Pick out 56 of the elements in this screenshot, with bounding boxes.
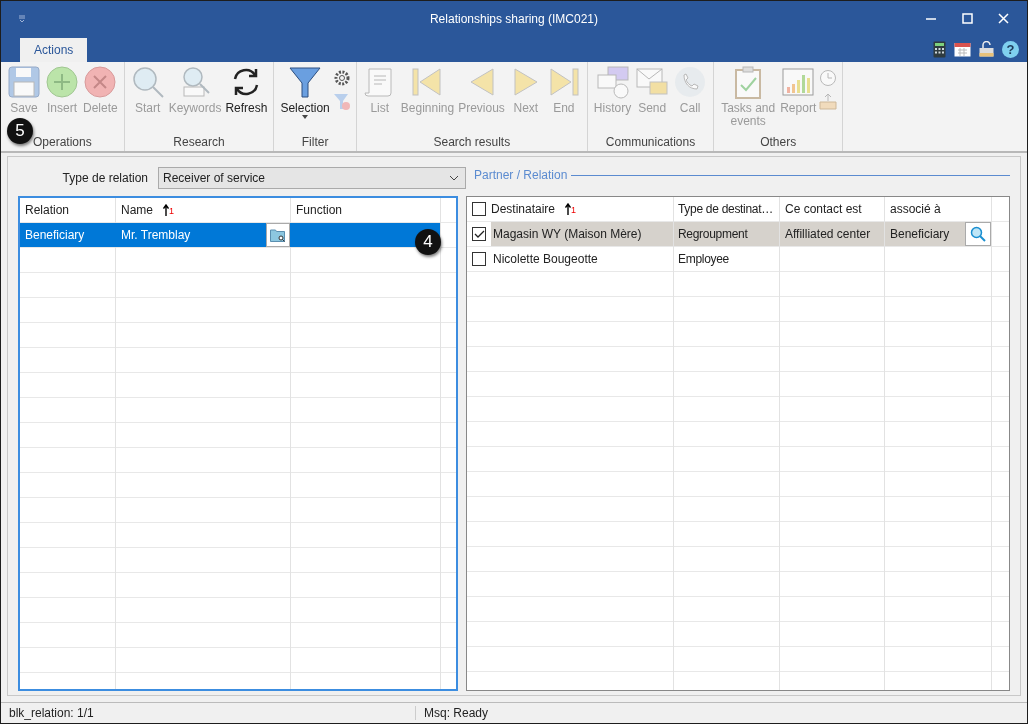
group-label: Others	[760, 135, 797, 151]
group-label: Research	[173, 135, 225, 151]
minimize-icon	[926, 17, 936, 20]
search-button[interactable]	[965, 222, 991, 246]
checkbox[interactable]	[472, 252, 486, 266]
column-header[interactable]: Relation	[25, 203, 70, 217]
funnel-icon	[288, 65, 323, 99]
table-cell: Magasin WY (Maison Mère)	[491, 222, 673, 246]
column-header[interactable]: Function	[296, 203, 343, 217]
chat-bubbles-icon	[595, 65, 630, 99]
column-header[interactable]: Type de destinat…	[678, 202, 773, 216]
group-label: Search results	[433, 135, 511, 151]
column-header[interactable]: Destinataire	[491, 202, 556, 216]
table-cell-text: Nicolette Bougeotte	[492, 251, 599, 268]
column-header[interactable]: Ce contact est	[785, 202, 862, 216]
relation-type-dropdown[interactable]: Receiver of service	[158, 167, 466, 189]
checkbox[interactable]	[472, 202, 486, 216]
group-label: Operations	[33, 135, 92, 151]
status-text: Msq: Ready	[423, 706, 489, 720]
ribbon-button[interactable]: Refresh	[223, 65, 270, 115]
chevron-down-icon	[449, 175, 459, 181]
sort-indicator: 1	[163, 204, 175, 216]
column-header[interactable]: associé à	[890, 202, 941, 216]
checkbox[interactable]	[472, 227, 486, 241]
table-cell-text: Employee	[677, 251, 730, 268]
table-cell: Affilliated center	[780, 222, 884, 246]
menu-icon[interactable]	[18, 14, 26, 23]
x-circle-icon	[83, 65, 118, 99]
field-label: Type de relation	[61, 171, 149, 185]
group-label: Communications	[605, 135, 696, 151]
section-title: Partner / Relation	[474, 168, 568, 182]
caret-icon	[302, 115, 309, 119]
magnifier-icon	[130, 65, 165, 99]
plus-circle-icon	[45, 65, 79, 99]
table-cell: Regroupment	[674, 222, 779, 246]
status-text: blk_relation: 1/1	[1, 706, 416, 720]
table-cell: Beneficiary	[25, 228, 85, 242]
ribbon-tab[interactable]: Actions	[20, 38, 88, 62]
folder-search-button[interactable]	[266, 223, 290, 247]
help-icon[interactable]: ?	[1002, 40, 1019, 58]
table-cell: Beneficiary	[885, 222, 965, 246]
lock-icon[interactable]	[979, 41, 994, 57]
table-cell: Mr. Tremblay	[121, 228, 191, 242]
calculator-icon[interactable]	[933, 40, 946, 58]
sort-indicator: 1	[565, 203, 577, 215]
close-icon	[997, 13, 1009, 24]
column-header[interactable]: Name	[121, 203, 153, 217]
group-label: Filter	[301, 135, 329, 151]
calendar-icon[interactable]	[954, 41, 971, 57]
window-title: Relationships sharing (IMC021)	[429, 11, 599, 26]
phone-icon	[673, 65, 708, 99]
bar-chart-icon	[781, 65, 816, 99]
maximize-icon	[961, 13, 973, 24]
ribbon-button[interactable]: Selection	[278, 65, 332, 119]
search-icon	[970, 226, 986, 242]
folder-search-icon	[270, 228, 286, 242]
